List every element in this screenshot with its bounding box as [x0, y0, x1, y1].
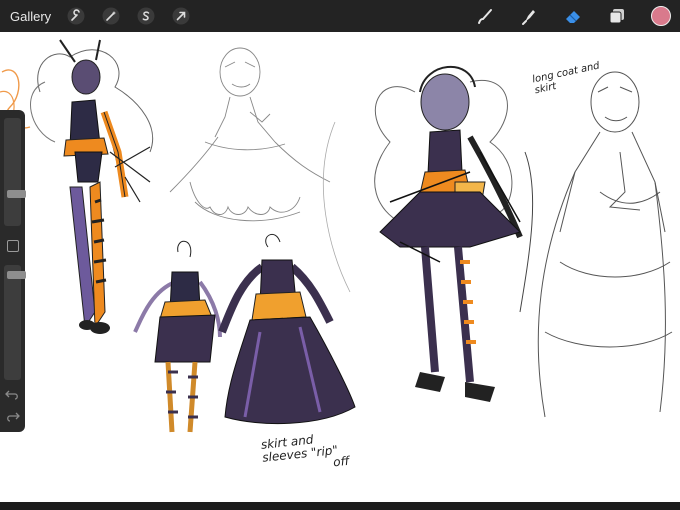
figure-4	[218, 233, 356, 425]
brush-sidebar	[0, 110, 26, 432]
top-toolbar: Gallery	[0, 0, 680, 32]
gallery-button[interactable]: Gallery	[10, 9, 51, 24]
figure-6	[537, 71, 673, 418]
undo-icon	[5, 390, 18, 400]
current-color-swatch	[651, 6, 671, 26]
transform-arrow-icon[interactable]	[170, 5, 192, 27]
redo-button[interactable]	[5, 410, 20, 422]
brush-size-slider[interactable]	[4, 118, 26, 226]
magic-wand-icon[interactable]	[100, 5, 122, 27]
opacity-thumb[interactable]	[7, 271, 26, 279]
drawing-canvas[interactable]: long coat and skirt skirt and sleeves "r…	[0, 32, 680, 502]
figure-2	[169, 47, 331, 222]
layers-icon[interactable]	[606, 5, 628, 27]
eraser-icon[interactable]	[562, 5, 584, 27]
opacity-slider[interactable]	[4, 265, 26, 380]
modify-button[interactable]	[7, 240, 19, 252]
figure-1	[30, 39, 154, 334]
selection-s-icon[interactable]	[135, 5, 157, 27]
color-picker-button[interactable]	[650, 5, 672, 27]
bottom-bar	[0, 502, 680, 510]
redo-icon	[7, 412, 20, 422]
smudge-icon[interactable]	[518, 5, 540, 27]
figure-3	[133, 240, 222, 433]
figure-5	[374, 65, 523, 402]
wrench-icon[interactable]	[65, 5, 87, 27]
right-tools	[452, 0, 672, 32]
brush-size-thumb[interactable]	[7, 190, 26, 198]
brush-icon[interactable]	[474, 5, 496, 27]
undo-button[interactable]	[5, 388, 20, 400]
